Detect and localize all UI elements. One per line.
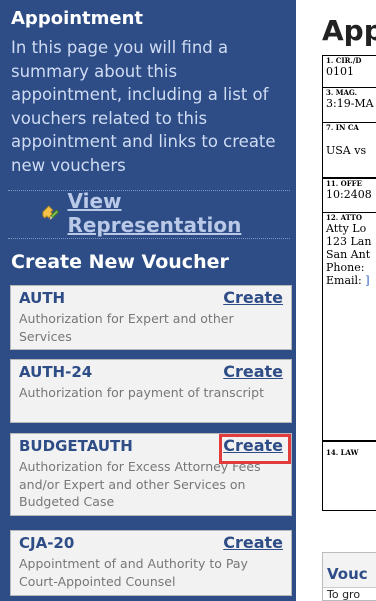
voucher-card-auth-24: AUTH-24 Create Authorization for payment… bbox=[10, 359, 292, 423]
voucher-description: Authorization for Expert and other Servi… bbox=[19, 311, 234, 344]
create-button-highlight bbox=[219, 434, 291, 464]
voucher-description: Authorization for Excess Attorney Fees a… bbox=[19, 459, 261, 509]
voucher-description: Appointment of and Authority to Pay Cour… bbox=[19, 556, 248, 589]
attorney-email: Email: ] bbox=[326, 274, 376, 287]
attorney-email-label: Email: bbox=[326, 274, 362, 287]
cir-label: 1. CIR./D bbox=[326, 56, 362, 65]
sidebar-description: In this page you will find a summary abo… bbox=[11, 38, 276, 175]
offense-value: 10:2408 bbox=[326, 188, 372, 201]
mag-label: 3. MAG. bbox=[326, 88, 358, 97]
in-case-value: USA vs bbox=[326, 144, 367, 157]
attorney-name: Atty Lo bbox=[326, 222, 367, 235]
voucher-card-cja-20: CJA-20 Create Appointment of and Authori… bbox=[10, 530, 292, 596]
attorney-phone: Phone: bbox=[326, 261, 365, 274]
appointment-form: 1. CIR./D 0101 3. MAG. 3:19-MA 7. IN CA … bbox=[322, 55, 376, 511]
appointment-sidebar: Appointment In this page you will find a… bbox=[0, 0, 296, 601]
create-new-voucher-title: Create New Voucher bbox=[11, 251, 229, 273]
voucher-card-auth: AUTH Create Authorization for Expert and… bbox=[10, 285, 292, 350]
in-case-field: 7. IN CA USA vs bbox=[323, 122, 376, 177]
offense-field: 11. OFFE 10:2408 bbox=[323, 177, 376, 211]
view-representation-link[interactable]: View Representation bbox=[40, 189, 296, 237]
mag-value: 3:19-MA bbox=[326, 97, 374, 110]
attorney-email-link[interactable]: ] bbox=[365, 274, 369, 287]
voucher-name: AUTH-24 bbox=[19, 363, 93, 381]
create-auth-button[interactable]: Create bbox=[223, 288, 283, 307]
attorney-city: San Ant bbox=[326, 248, 371, 261]
page-title: App bbox=[322, 14, 376, 47]
sidebar-title: Appointment bbox=[11, 8, 144, 29]
attorney-details: Atty Lo 123 Lan San Ant Phone: Email: ] bbox=[326, 222, 376, 287]
voucher-description: Authorization for payment of transcript bbox=[19, 385, 264, 400]
law-label: 14. LAW bbox=[326, 448, 359, 457]
divider bbox=[8, 238, 290, 239]
cir-field: 1. CIR./D 0101 bbox=[323, 56, 376, 86]
voucher-name: BUDGETAUTH bbox=[19, 437, 133, 455]
offense-label: 11. OFFE bbox=[326, 179, 362, 188]
mag-field: 3. MAG. 3:19-MA bbox=[323, 87, 376, 121]
puzzle-pencil-icon bbox=[42, 205, 60, 220]
attorney-label: 12. ATTO bbox=[326, 213, 362, 222]
vouchers-group-hint: To gro bbox=[323, 587, 376, 600]
vouchers-panel-title: Vouc bbox=[327, 565, 368, 583]
in-case-label: 7. IN CA bbox=[326, 123, 359, 132]
view-representation-label: View Representation bbox=[67, 189, 242, 237]
create-cja-20-button[interactable]: Create bbox=[223, 533, 283, 552]
law-field: 14. LAW bbox=[323, 440, 376, 510]
attorney-address: 123 Lan bbox=[326, 235, 372, 248]
cir-value: 0101 bbox=[326, 65, 354, 78]
attorney-field: 12. ATTO Atty Lo 123 Lan San Ant Phone: … bbox=[323, 212, 376, 440]
voucher-name: AUTH bbox=[19, 289, 66, 307]
create-auth-24-button[interactable]: Create bbox=[223, 362, 283, 381]
voucher-name: CJA-20 bbox=[19, 534, 75, 552]
vouchers-panel: Vouc To gro bbox=[322, 552, 376, 601]
